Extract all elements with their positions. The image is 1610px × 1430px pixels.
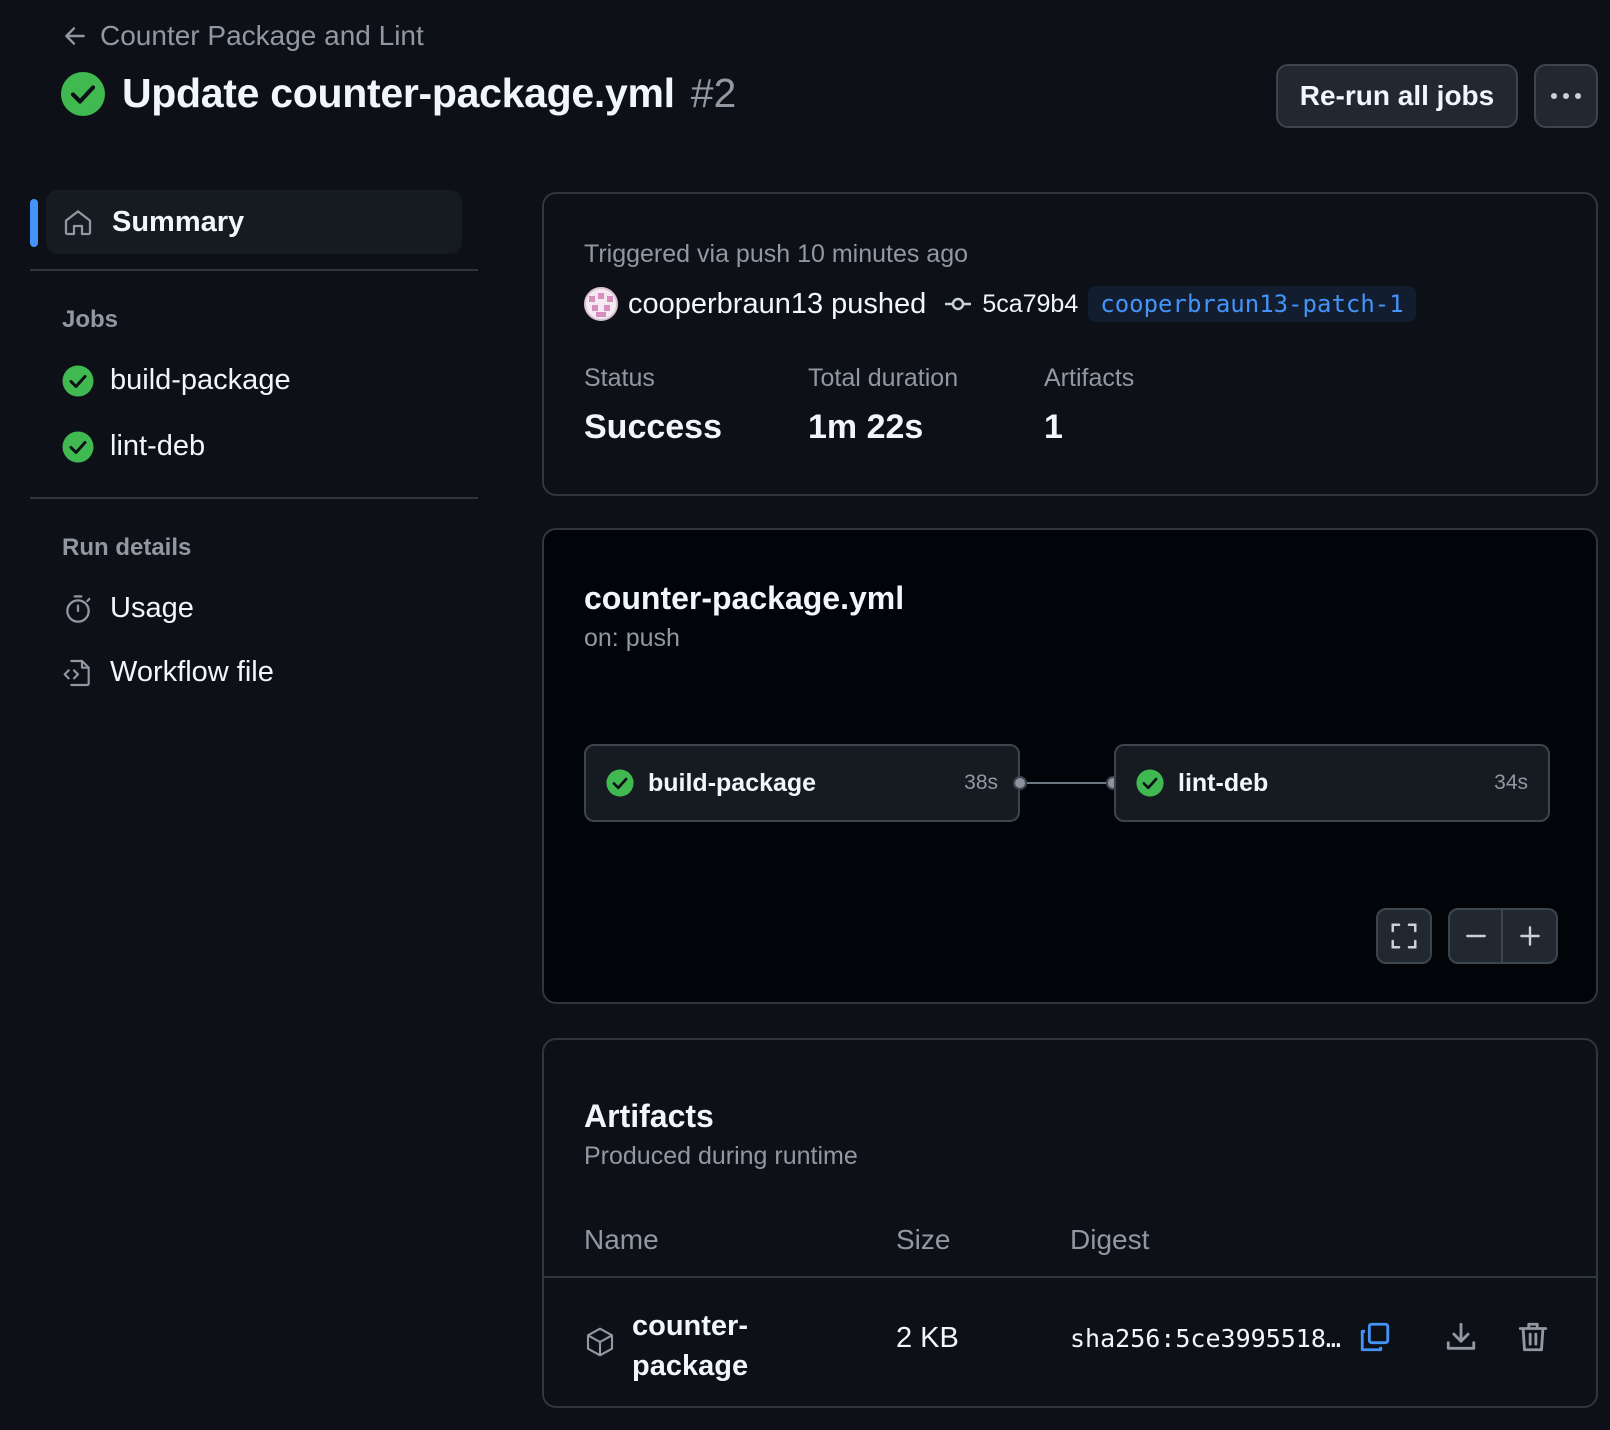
sidebar-item-lint-deb[interactable]: lint-deb [62, 430, 205, 463]
home-icon [62, 206, 94, 238]
stopwatch-icon [62, 593, 94, 625]
trigger-text: Triggered via push 10 minutes ago [584, 240, 969, 268]
trash-icon[interactable] [1516, 1320, 1550, 1354]
sidebar-item-usage[interactable]: Usage [62, 592, 194, 625]
check-circle-fill-icon [62, 365, 94, 397]
job-node-build-package[interactable]: build-package 38s [584, 744, 1020, 822]
sidebar-item-label: Workflow file [110, 656, 274, 688]
table-divider [544, 1276, 1596, 1278]
avatar[interactable] [584, 287, 618, 321]
run-details-heading: Run details [62, 534, 192, 561]
duration-value: 1m 22s [808, 408, 924, 446]
workflow-graph-panel: counter-package.yml on: push build-packa… [542, 528, 1598, 1004]
download-icon[interactable] [1444, 1320, 1478, 1354]
sidebar-item-workflow-file[interactable]: Workflow file [62, 656, 274, 689]
workflow-file-name: counter-package.yml [584, 580, 905, 616]
check-circle-fill-icon [60, 71, 106, 117]
job-node-label: lint-deb [1178, 768, 1269, 797]
more-options-button[interactable] [1534, 64, 1598, 128]
job-duration: 38s [964, 771, 998, 794]
run-summary-panel: Triggered via push 10 minutes ago cooper… [542, 192, 1598, 496]
status-label: Status [584, 364, 655, 392]
run-number: #2 [690, 70, 737, 116]
artifacts-label: Artifacts [1044, 364, 1135, 392]
zoom-out-button[interactable] [1450, 910, 1504, 962]
workflow-name: Counter Package and Lint [100, 20, 424, 51]
sidebar-divider [30, 269, 478, 271]
commit-hash-link[interactable]: 5ca79b4 [982, 290, 1078, 319]
package-icon [584, 1326, 616, 1358]
push-actor[interactable]: cooperbraun13 pushed [628, 288, 926, 321]
copy-icon[interactable] [1358, 1320, 1392, 1354]
artifacts-subtitle: Produced during runtime [584, 1142, 858, 1170]
push-info: cooperbraun13 pushed 5ca79b4 cooperbraun… [584, 286, 1416, 322]
zoom-controls [1448, 908, 1558, 964]
check-circle-fill-icon [1136, 769, 1164, 797]
sidebar-divider [30, 497, 478, 499]
artifacts-count[interactable]: 1 [1044, 408, 1063, 447]
artifacts-panel: Artifacts Produced during runtime Name S… [542, 1038, 1598, 1408]
sidebar-item-label: build-package [110, 364, 291, 396]
job-connector-line [1027, 782, 1109, 784]
jobs-heading: Jobs [62, 306, 119, 333]
back-link[interactable]: Counter Package and Lint [62, 20, 424, 52]
artifact-digest: sha256:5ce3995518… [1070, 1324, 1341, 1353]
sidebar-item-summary[interactable]: Summary [46, 190, 462, 254]
fullscreen-button[interactable] [1376, 908, 1432, 964]
file-code-icon [62, 657, 94, 689]
sidebar-item-label: Usage [110, 592, 194, 624]
active-indicator [30, 199, 38, 247]
job-node-label: build-package [648, 768, 817, 797]
sidebar-item-label: lint-deb [110, 430, 206, 462]
job-node-lint-deb[interactable]: lint-deb 34s [1114, 744, 1550, 822]
run-title-row: Update counter-package.yml #2 [60, 70, 736, 117]
check-circle-fill-icon [606, 769, 634, 797]
screen-full-icon [1389, 921, 1419, 951]
arrow-left-icon [62, 23, 88, 49]
artifact-size: 2 KB [896, 1322, 959, 1354]
sidebar-item-label: Summary [112, 205, 245, 238]
kebab-horizontal-icon [1548, 91, 1584, 101]
sidebar-item-build-package[interactable]: build-package [62, 364, 291, 397]
artifact-name-link[interactable]: counter-package [632, 1306, 792, 1386]
workflow-trigger: on: push [584, 624, 680, 652]
rerun-all-jobs-button[interactable]: Re-run all jobs [1276, 64, 1518, 128]
dash-icon [1463, 923, 1489, 949]
check-circle-fill-icon [62, 431, 94, 463]
branch-label[interactable]: cooperbraun13-patch-1 [1088, 286, 1416, 322]
git-commit-icon [944, 294, 972, 314]
status-value: Success [584, 408, 722, 446]
connector-dot [1013, 776, 1027, 790]
plus-icon [1517, 923, 1543, 949]
page-title: Update counter-package.yml [122, 70, 675, 116]
column-header-name: Name [584, 1224, 659, 1255]
column-header-size: Size [896, 1224, 951, 1255]
column-header-digest: Digest [1070, 1224, 1150, 1255]
artifacts-title: Artifacts [584, 1098, 714, 1134]
duration-label: Total duration [808, 364, 959, 392]
job-duration: 34s [1494, 771, 1528, 794]
zoom-in-button[interactable] [1503, 910, 1556, 962]
